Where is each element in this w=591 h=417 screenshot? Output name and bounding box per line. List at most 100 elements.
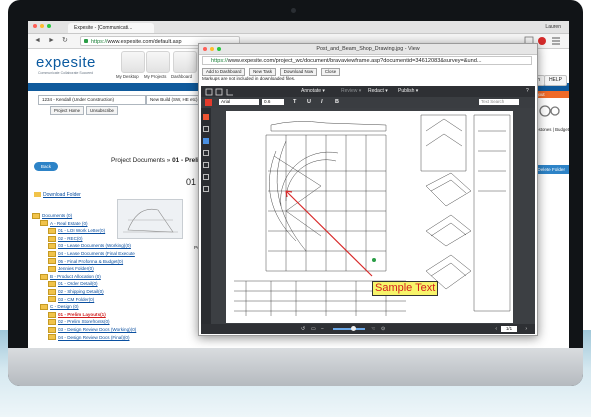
review-menu[interactable]: Review ▾: [341, 86, 361, 97]
format-text-button[interactable]: T: [293, 97, 296, 108]
size-select[interactable]: 0.6: [262, 99, 284, 105]
folder-tree-item[interactable]: Jennies Folder(0): [32, 265, 202, 273]
shop-drawing-lines: [234, 114, 511, 316]
popup-url-scheme: https://: [211, 58, 228, 64]
forward-arrow-icon[interactable]: ►: [48, 36, 55, 46]
select-icon[interactable]: ⊙: [381, 324, 385, 334]
build-type-selector[interactable]: New Build (SW, HE etc)...: [146, 95, 202, 105]
folder-tree-item[interactable]: 01 - Prelim Layouts(1): [32, 311, 202, 319]
rotate-icon[interactable]: ↺: [301, 324, 305, 334]
publish-menu[interactable]: Publish ▾: [398, 86, 418, 97]
top-nav-desktop-label[interactable]: My Desktop: [116, 74, 139, 79]
zoom-slider[interactable]: [333, 328, 365, 330]
popup-title: Post_and_Beam_Shop_Drawing.jpg - View: [316, 46, 420, 52]
font-select[interactable]: Arial: [219, 99, 259, 105]
help-button[interactable]: HELP: [543, 75, 567, 86]
zoom-slider-knob[interactable]: [351, 326, 356, 331]
folder-tree-item[interactable]: 02 - Shipping Detail(0): [32, 288, 202, 296]
folder-tree-item[interactable]: 03 - Design Review Docs (Working)(0): [32, 326, 202, 334]
zoom-out-icon[interactable]: −: [321, 324, 324, 334]
highlighter-tool-icon[interactable]: [203, 126, 209, 132]
arrow-tool-icon[interactable]: [203, 150, 209, 156]
color-swatch[interactable]: [205, 99, 212, 106]
underline-button[interactable]: U: [307, 97, 311, 108]
tab-title: Expesite - [Communicati...: [74, 25, 133, 31]
folder-tree-item[interactable]: 04 - Lease Documents (Final Execute: [32, 250, 202, 258]
top-nav-projects-label[interactable]: My Projects: [144, 74, 166, 79]
unsubscribe-button[interactable]: Unsubscribe: [86, 106, 118, 115]
project-home-button[interactable]: Project Home: [50, 106, 85, 115]
folder-tree-label: 02 - REC(0): [58, 235, 83, 241]
stamp-tool-icon[interactable]: [203, 186, 209, 192]
pan-hand-icon[interactable]: ☜: [371, 324, 375, 334]
folder-icon: [32, 212, 40, 219]
annotation-arrow: [285, 190, 373, 277]
folder-tree-item[interactable]: 02 - Prelim Storefronts(0): [32, 318, 202, 326]
fit-page-icon[interactable]: ▭: [311, 324, 316, 334]
popup-action-bar: Add to Dashboard New Task Download Now C…: [202, 68, 342, 76]
back-button[interactable]: Back: [34, 162, 58, 171]
viewer-toolbar-icons[interactable]: [205, 88, 235, 96]
browser-tab[interactable]: Expesite - [Communicati...: [68, 23, 154, 33]
folder-tree-item[interactable]: 01 - Order Detail(0): [32, 280, 202, 288]
italic-button[interactable]: I: [321, 97, 323, 108]
close-window-icon[interactable]: [33, 24, 37, 28]
settings-icons[interactable]: [539, 102, 561, 118]
folder-tree-item[interactable]: 03 - Lease Documents (Working)(0): [32, 242, 202, 250]
folder-tree-label: 03 - CM Folder(0): [58, 296, 95, 302]
annotation-anchor-dot: [372, 258, 376, 262]
redact-menu[interactable]: Redact ▾: [368, 86, 388, 97]
maximize-window-icon[interactable]: [47, 24, 51, 28]
add-to-dashboard-button[interactable]: Add to Dashboard: [202, 68, 246, 76]
folder-tree-item[interactable]: 03 - CM Folder(0): [32, 296, 202, 304]
browser-user[interactable]: Lauren: [545, 22, 561, 32]
new-task-button[interactable]: New Task: [249, 68, 277, 76]
folder-tree-label: Documents (0): [42, 213, 73, 218]
back-arrow-icon[interactable]: ◄: [34, 36, 41, 46]
cloud-tool-icon[interactable]: [203, 174, 209, 180]
close-button[interactable]: Close: [320, 68, 341, 76]
screen: Expesite - [Communicati... Lauren ◄ ► ↻ …: [28, 21, 569, 348]
folder-icon: [48, 258, 56, 265]
popup-address-bar[interactable]: https://www.expesite.com/project_wc/docu…: [202, 56, 532, 65]
page-number-input[interactable]: 1/1: [501, 326, 517, 332]
bold-button[interactable]: B: [335, 97, 339, 108]
help-icon[interactable]: ?: [526, 86, 529, 97]
projects-icon[interactable]: [146, 51, 170, 73]
breadcrumb-prefix[interactable]: Project Documents »: [111, 157, 170, 164]
folder-tree-label: Jennies Folder(0): [58, 266, 94, 272]
popup-close-icon[interactable]: [203, 47, 207, 51]
folder-tree-label: 01 - LOI Work Letter(0): [58, 228, 106, 234]
folder-tree-item[interactable]: C - Design (0): [32, 303, 202, 311]
text-search-input[interactable]: Text Search: [479, 99, 519, 105]
download-folder-link[interactable]: Download Folder: [34, 192, 81, 198]
download-now-button[interactable]: Download Now: [279, 68, 318, 76]
popup-minimize-icon[interactable]: [210, 47, 214, 51]
markups-note: Markups are not included in downloaded f…: [202, 76, 296, 81]
document-thumbnail[interactable]: [117, 199, 183, 239]
folder-icon: [48, 250, 56, 257]
next-page-icon[interactable]: ›: [525, 324, 527, 334]
dashboard-icon[interactable]: [173, 51, 197, 73]
reload-icon[interactable]: ↻: [62, 36, 68, 46]
folder-icon: [48, 319, 56, 326]
folder-icon: [40, 220, 48, 227]
folder-tree-item[interactable]: 05 - Final Proforma & Budget(0): [32, 258, 202, 266]
desktop-icon[interactable]: [121, 51, 145, 73]
folder-icon: [48, 296, 56, 303]
popup-maximize-icon[interactable]: [217, 47, 221, 51]
expesite-logo[interactable]: expesite: [36, 54, 96, 71]
prev-page-icon[interactable]: ‹: [495, 324, 497, 334]
text-tool-icon[interactable]: [203, 138, 209, 144]
folder-tree-label: B - Product Allocation (0): [50, 273, 101, 279]
sample-text-annotation[interactable]: Sample Text: [372, 281, 439, 296]
project-selector[interactable]: 1234 - Kendall (Under Construction): [38, 95, 146, 105]
top-nav-dashboard-label[interactable]: Dashboard: [171, 74, 192, 79]
pen-tool-icon[interactable]: [203, 114, 209, 120]
folder-tree-item[interactable]: B - Product Allocation (0): [32, 273, 202, 281]
delete-folder-button[interactable]: Delete Folder: [533, 165, 569, 174]
minimize-window-icon[interactable]: [40, 24, 44, 28]
annotate-menu[interactable]: Annotate ▾: [301, 86, 325, 97]
shape-tool-icon[interactable]: [203, 162, 209, 168]
folder-tree-item[interactable]: 04 - Design Review Docs (Final)(0): [32, 334, 202, 342]
